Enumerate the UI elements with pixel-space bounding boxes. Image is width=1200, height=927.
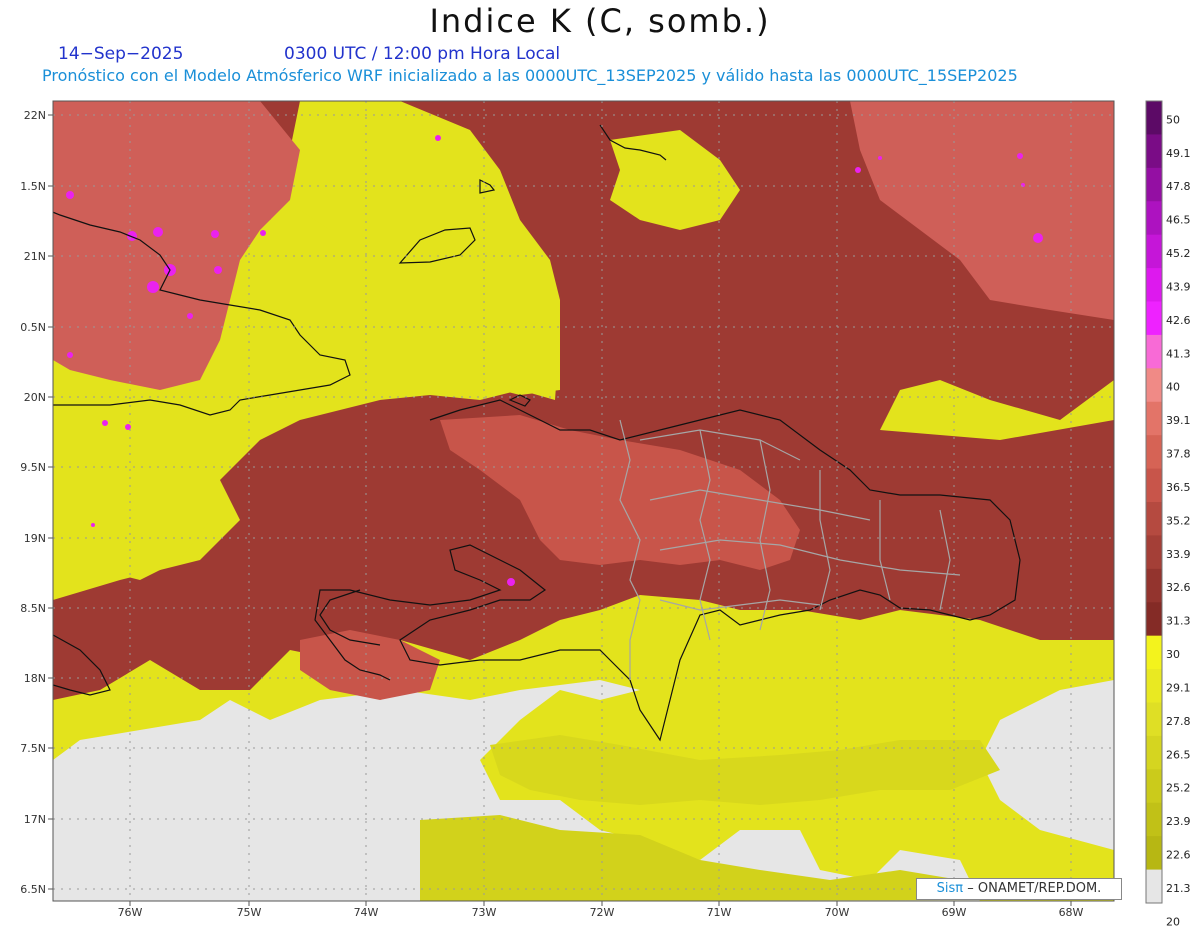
lat-label: 17N (24, 813, 46, 826)
lat-label: 1.5N (20, 180, 46, 193)
colorbar-swatch (1146, 568, 1162, 603)
colorbar-swatch (1146, 769, 1162, 804)
lon-label: 71W (707, 906, 732, 919)
lat-label: 22N (24, 109, 46, 122)
colorbar-label: 39.1 (1166, 414, 1191, 427)
colorbar-label: 49.1 (1166, 147, 1191, 160)
lon-label: 74W (354, 906, 379, 919)
colorbar-label: 47.8 (1166, 180, 1191, 193)
lat-label: 9.5N (20, 461, 46, 474)
model-description: Pronóstico con el Modelo Atmósferico WRF… (42, 66, 1018, 85)
colorbar-swatch (1146, 502, 1162, 536)
lon-label: 75W (237, 906, 262, 919)
colorbar-label: 36.5 (1166, 481, 1191, 494)
colorbar-label: 26.5 (1166, 748, 1191, 761)
forecast-date-line: 14−Sep−2025 0300 UTC / 12:00 pm Hora Loc… (58, 44, 560, 64)
colorbar-swatch (1146, 234, 1162, 269)
colorbar-swatch (1146, 268, 1162, 302)
lon-label: 69W (942, 906, 967, 919)
colorbar-swatch (1146, 602, 1162, 637)
colorbar-label: 32.6 (1166, 581, 1191, 594)
lon-label: 76W (118, 906, 143, 919)
lat-label: 0.5N (20, 321, 46, 334)
colorbar-label: 43.9 (1166, 280, 1191, 293)
colorbar-swatch (1146, 802, 1162, 837)
forecast-date: 14−Sep−2025 (58, 44, 184, 64)
colorbar-swatch (1146, 301, 1162, 336)
map-canvas: 22N 1.5N 21N 0.5N 20N 9.5N 19N 8.5N 18N 7.5N 17N 6.… (20, 100, 1191, 927)
lat-label: 20N (24, 391, 46, 404)
colorbar-label: 30 (1166, 648, 1180, 661)
colorbar-label: 40 (1166, 381, 1180, 394)
colorbar-label: 46.5 (1166, 214, 1191, 227)
sispi-logo-text: Sisπ (936, 881, 964, 896)
lon-label: 70W (825, 906, 850, 919)
lat-label: 7.5N (20, 742, 46, 755)
credit-text: – ONAMET/REP.DOM. (967, 881, 1102, 896)
colorbar-swatch (1146, 735, 1162, 770)
lat-label: 8.5N (20, 602, 46, 615)
colorbar-swatch (1146, 134, 1162, 169)
colorbar-label: 21.3 (1166, 882, 1191, 895)
colorbar-label: 33.9 (1166, 548, 1191, 561)
colorbar-swatch (1146, 669, 1162, 703)
forecast-time: 0300 UTC / 12:00 pm Hora Local (284, 44, 561, 64)
k-index-field (53, 101, 1114, 901)
colorbar-label: 31.3 (1166, 615, 1191, 628)
lat-label: 21N (24, 250, 46, 263)
colorbar-label: 23.9 (1166, 815, 1191, 828)
colorbar: 50 49.1 47.8 46.5 45.2 43.9 42.6 41.3 40 39.1 37.8… (1145, 100, 1191, 927)
colorbar-label: 22.6 (1166, 849, 1191, 862)
colorbar-swatch (1146, 468, 1162, 503)
colorbar-label: 45.2 (1166, 247, 1191, 260)
colorbar-swatch (1146, 869, 1162, 904)
colorbar-label: 35.2 (1166, 514, 1191, 527)
colorbar-swatch (1146, 334, 1162, 369)
lon-label: 73W (472, 906, 497, 919)
colorbar-label: 20 (1166, 915, 1180, 927)
colorbar-swatch (1146, 836, 1162, 871)
colorbar-swatch (1146, 368, 1162, 403)
colorbar-label: 27.8 (1166, 715, 1191, 728)
credit-box: Sisπ – ONAMET/REP.DOM. (916, 878, 1122, 900)
colorbar-label: 25.2 (1166, 782, 1191, 795)
colorbar-swatch (1146, 702, 1162, 737)
colorbar-label: 42.6 (1166, 314, 1191, 327)
colorbar-swatch (1146, 435, 1162, 470)
colorbar-label: 29.1 (1166, 681, 1191, 694)
lat-label: 18N (24, 672, 46, 685)
colorbar-swatch (1146, 101, 1162, 135)
latitude-axis: 22N 1.5N 21N 0.5N 20N 9.5N 19N 8.5N 18N 7.5N 17N 6.… (20, 109, 53, 896)
lon-label: 68W (1059, 906, 1084, 919)
colorbar-swatch (1146, 635, 1162, 670)
map-title: Indice K (C, somb.) (429, 2, 771, 40)
colorbar-label: 41.3 (1166, 347, 1191, 360)
colorbar-swatch (1146, 535, 1162, 570)
longitude-axis: 76W 75W 74W 73W 72W 71W 70W 69W 68W (118, 901, 1084, 919)
colorbar-swatch (1146, 167, 1162, 202)
lat-label: 19N (24, 532, 46, 545)
lon-label: 72W (590, 906, 615, 919)
colorbar-label: 37.8 (1166, 448, 1191, 461)
colorbar-label: 50 (1166, 113, 1180, 126)
lat-label: 6.5N (20, 883, 46, 896)
colorbar-swatch (1146, 201, 1162, 236)
colorbar-swatch (1146, 401, 1162, 436)
